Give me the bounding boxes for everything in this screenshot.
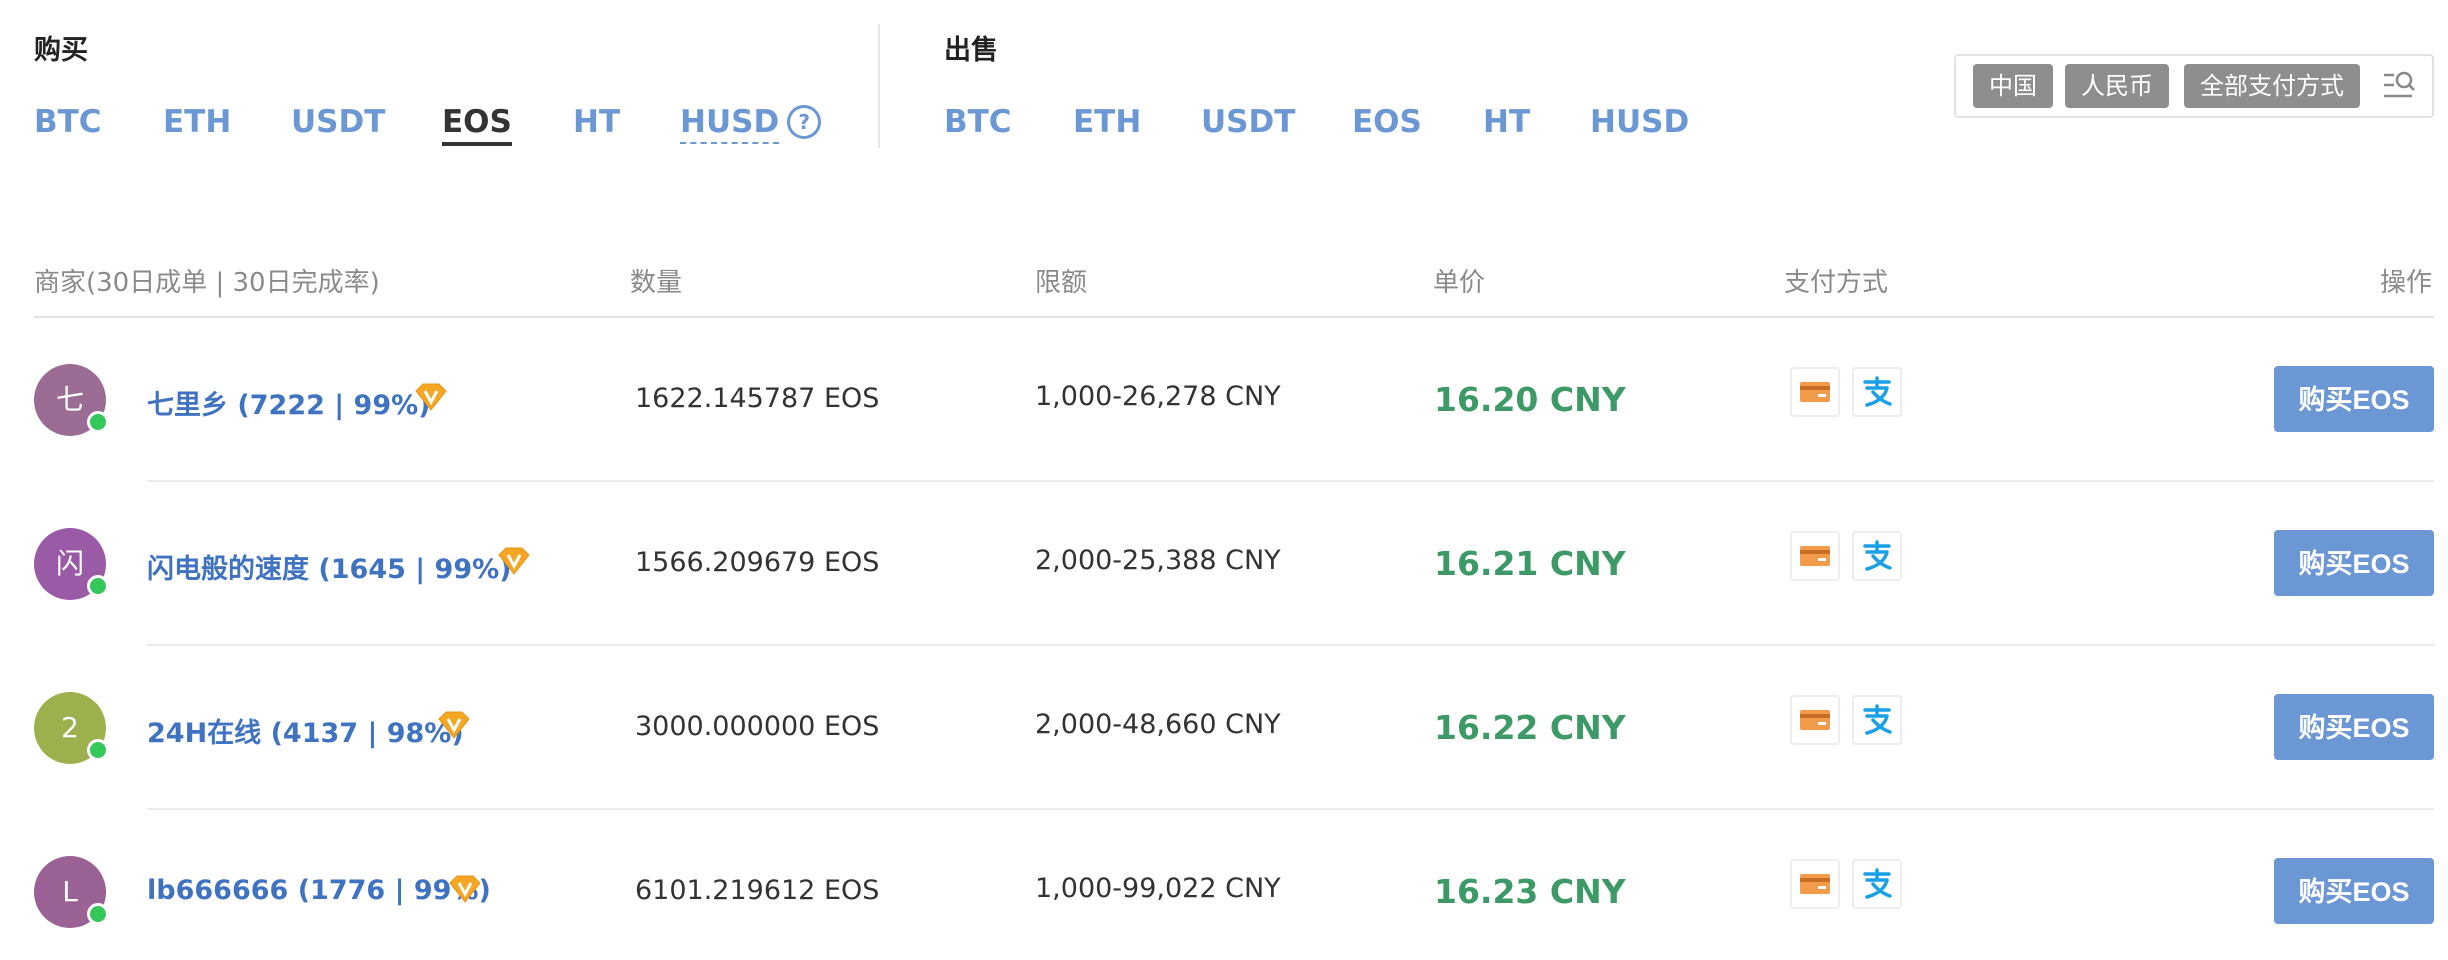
sell-section-title: 出售 bbox=[944, 35, 998, 66]
online-status-dot bbox=[87, 411, 109, 433]
unit-price: 16.23 CNY bbox=[1434, 872, 1626, 911]
buy-section-title: 购买 bbox=[34, 35, 88, 66]
merchant-name[interactable]: 七里乡 (7222 | 99%) bbox=[147, 383, 431, 422]
sell-tab-usdt[interactable]: USDT bbox=[1201, 104, 1295, 140]
header-payment: 支付方式 bbox=[1784, 268, 1889, 298]
table-row: 2 24H在线 (4137 | 98%) 3000.000000 EOS 2,0… bbox=[0, 646, 2448, 810]
sell-tab-ht[interactable]: HT bbox=[1483, 104, 1530, 140]
online-status-dot bbox=[87, 739, 109, 761]
help-icon[interactable]: ? bbox=[787, 105, 822, 139]
alipay-icon bbox=[1852, 695, 1902, 745]
merchant-name[interactable]: 24H在线 (4137 | 98%) bbox=[147, 711, 464, 750]
buy-eos-button[interactable]: 购买EOS bbox=[2274, 366, 2434, 432]
quantity-value: 6101.219612 EOS bbox=[635, 875, 880, 906]
buy-eos-button[interactable]: 购买EOS bbox=[2274, 694, 2434, 760]
merchant-name[interactable]: 闪电般的速度 (1645 | 99%) bbox=[147, 547, 512, 586]
alipay-icon bbox=[1852, 859, 1902, 909]
bank-card-icon bbox=[1790, 367, 1840, 417]
online-status-dot bbox=[87, 575, 109, 597]
buy-tab-btc[interactable]: BTC bbox=[34, 104, 102, 140]
limit-value: 1,000-26,278 CNY bbox=[1035, 381, 1281, 412]
unit-price: 16.21 CNY bbox=[1434, 544, 1626, 583]
bank-card-icon bbox=[1790, 859, 1840, 909]
header-merchant: 商家(30日成单 | 30日完成率) bbox=[34, 268, 380, 298]
buy-eos-button[interactable]: 购买EOS bbox=[2274, 530, 2434, 596]
unit-price: 16.22 CNY bbox=[1434, 708, 1626, 747]
diamond-v-badge-icon bbox=[415, 383, 447, 411]
sell-tab-btc[interactable]: BTC bbox=[944, 104, 1012, 140]
online-status-dot bbox=[87, 903, 109, 925]
buy-eos-button[interactable]: 购买EOS bbox=[2274, 858, 2434, 924]
table-row: 闪 闪电般的速度 (1645 | 99%) 1566.209679 EOS 2,… bbox=[0, 482, 2448, 646]
alipay-icon bbox=[1852, 367, 1902, 417]
unit-price: 16.20 CNY bbox=[1434, 380, 1626, 419]
buy-tab-husd-wrapper: HUSD? bbox=[680, 104, 822, 144]
filter-search-icon[interactable] bbox=[2382, 69, 2416, 103]
filter-payment-chip[interactable]: 全部支付方式 bbox=[2184, 64, 2360, 108]
diamond-v-badge-icon bbox=[498, 547, 530, 575]
diamond-v-badge-icon bbox=[449, 875, 481, 903]
merchant-name[interactable]: lb666666 (1776 | 99%) bbox=[147, 875, 491, 906]
header-limit: 限额 bbox=[1035, 268, 1088, 298]
sell-tab-eth[interactable]: ETH bbox=[1073, 104, 1141, 140]
filter-country-chip[interactable]: 中国 bbox=[1973, 64, 2053, 108]
section-divider bbox=[878, 24, 880, 148]
bank-card-icon bbox=[1790, 695, 1840, 745]
header-quantity: 数量 bbox=[630, 268, 683, 298]
limit-value: 2,000-48,660 CNY bbox=[1035, 709, 1281, 740]
table-row: L lb666666 (1776 | 99%) 6101.219612 EOS … bbox=[0, 810, 2448, 960]
filter-currency-chip[interactable]: 人民币 bbox=[2065, 64, 2169, 108]
header-price: 单价 bbox=[1433, 268, 1486, 298]
buy-tab-ht[interactable]: HT bbox=[573, 104, 620, 140]
quantity-value: 3000.000000 EOS bbox=[635, 711, 880, 742]
buy-tab-eos[interactable]: EOS bbox=[442, 104, 512, 146]
buy-tab-usdt[interactable]: USDT bbox=[291, 104, 385, 140]
sell-tab-husd[interactable]: HUSD bbox=[1590, 104, 1689, 140]
bank-card-icon bbox=[1790, 531, 1840, 581]
filter-bar: 中国 人民币 全部支付方式 bbox=[1954, 54, 2434, 118]
sell-tab-eos[interactable]: EOS bbox=[1352, 104, 1422, 140]
alipay-icon bbox=[1852, 531, 1902, 581]
diamond-v-badge-icon bbox=[438, 711, 470, 739]
quantity-value: 1622.145787 EOS bbox=[635, 383, 880, 414]
limit-value: 2,000-25,388 CNY bbox=[1035, 545, 1281, 576]
table-row: 七 七里乡 (7222 | 99%) 1622.145787 EOS 1,000… bbox=[0, 318, 2448, 482]
limit-value: 1,000-99,022 CNY bbox=[1035, 873, 1281, 904]
buy-tab-husd[interactable]: HUSD bbox=[680, 104, 780, 144]
header-action: 操作 bbox=[2379, 268, 2432, 298]
buy-tab-eth[interactable]: ETH bbox=[163, 104, 231, 140]
quantity-value: 1566.209679 EOS bbox=[635, 547, 880, 578]
